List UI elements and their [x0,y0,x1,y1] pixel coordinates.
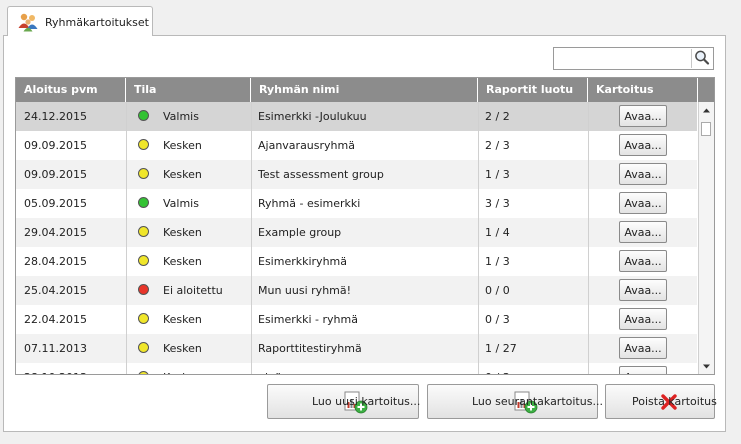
scroll-down-icon[interactable] [699,360,714,373]
table-row[interactable]: 05.09.2015 Valmis Ryhmä - esimerkki 3 / … [16,189,697,218]
assessment-table: Aloitus pvm Tila Ryhmän nimi Raportit lu… [15,77,715,375]
col-header-status[interactable]: Tila [126,78,251,102]
row-group-name: Ryhmä - esimerkki [258,197,361,210]
followup-assessment-label: Luo seurantakartoitus... [472,395,603,408]
row-group-name: pipä [258,363,282,374]
row-date: 28.04.2015 [24,255,87,268]
open-assessment-button[interactable]: Avaa... [619,105,667,127]
row-status: Valmis [163,197,199,210]
col-header-reports[interactable]: Raportit luotu [478,78,588,102]
row-reports: 1 / 3 [485,168,510,181]
row-group-name: Esimerkkiryhmä [258,255,347,268]
status-indicator-icon [138,110,149,121]
row-reports: 0 / 3 [485,313,510,326]
row-date: 24.12.2015 [24,110,87,123]
scrollbar-thumb[interactable] [701,122,711,136]
open-assessment-button[interactable]: Avaa... [619,308,667,330]
row-group-name: Esimerkki - ryhmä [258,313,358,326]
open-assessment-button[interactable]: Avaa... [619,337,667,359]
group-people-icon [17,12,39,32]
row-reports: 3 / 3 [485,197,510,210]
vertical-scrollbar[interactable] [698,102,714,374]
row-status: Ei aloitettu [163,284,223,297]
open-assessment-button[interactable]: Avaa... [619,250,667,272]
table-row[interactable]: 09.09.2015 Kesken Test assessment group … [16,160,697,189]
row-date: 22.04.2015 [24,313,87,326]
open-assessment-button[interactable]: Avaa... [619,134,667,156]
scroll-up-icon[interactable] [699,104,714,117]
table-row[interactable]: 29.04.2015 Kesken Example group 1 / 4 Av… [16,218,697,247]
row-status: Kesken [163,139,202,152]
tab-ryhmakartoitukset[interactable]: Ryhmäkartoitukset [7,6,153,36]
row-reports: 1 / 27 [485,342,517,355]
status-indicator-icon [138,226,149,237]
row-reports: 0 / 3 [485,363,510,374]
row-date: 05.09.2015 [24,197,87,210]
row-reports: 1 / 4 [485,226,510,239]
new-assessment-button[interactable]: Luo uusi kartoitus... [267,384,421,419]
row-status: Kesken [163,363,202,374]
row-group-name: Raporttitestiryhmä [258,342,362,355]
row-status: Kesken [163,168,202,181]
col-header-group-name[interactable]: Ryhmän nimi [251,78,478,102]
status-indicator-icon [138,255,149,266]
table-row[interactable]: 22.04.2015 Kesken Esimerkki - ryhmä 0 / … [16,305,697,334]
open-assessment-button[interactable]: Avaa... [619,163,667,185]
row-date: 28.10.2013 [24,363,87,374]
status-indicator-icon [138,168,149,179]
row-date: 07.11.2013 [24,342,87,355]
status-indicator-icon [138,371,149,374]
magnifier-icon[interactable] [691,49,712,68]
col-header-assessment[interactable]: Kartoitus [588,78,698,102]
status-indicator-icon [138,139,149,150]
status-indicator-icon [138,284,149,295]
search-input[interactable] [556,50,686,67]
row-status: Kesken [163,255,202,268]
table-row[interactable]: 25.04.2015 Ei aloitettu Mun uusi ryhmä! … [16,276,697,305]
table-row[interactable]: 09.09.2015 Kesken Ajanvarausryhmä 2 / 3 … [16,131,697,160]
column-divider [478,102,479,374]
row-status: Valmis [163,110,199,123]
table-row[interactable]: 28.10.2013 Kesken pipä 0 / 3 Avaa... [16,363,697,374]
col-header-start-date[interactable]: Aloitus pvm [16,78,126,102]
delete-assessment-label: Poista kartoitus [632,395,717,408]
row-group-name: Ajanvarausryhmä [258,139,355,152]
tab-label: Ryhmäkartoitukset [45,16,149,29]
status-indicator-icon [138,197,149,208]
table-row[interactable]: 28.04.2015 Kesken Esimerkkiryhmä 1 / 3 A… [16,247,697,276]
row-group-name: Example group [258,226,342,239]
row-status: Kesken [163,342,202,355]
row-reports: 2 / 3 [485,139,510,152]
row-date: 29.04.2015 [24,226,87,239]
column-divider [251,102,252,374]
row-reports: 0 / 0 [485,284,510,297]
row-status: Kesken [163,226,202,239]
table-header: Aloitus pvm Tila Ryhmän nimi Raportit lu… [16,78,714,102]
row-group-name: Test assessment group [258,168,384,181]
row-status: Kesken [163,313,202,326]
status-indicator-icon [138,342,149,353]
row-date: 09.09.2015 [24,139,87,152]
row-reports: 1 / 3 [485,255,510,268]
new-assessment-label: Luo uusi kartoitus... [312,395,421,408]
open-assessment-button[interactable]: Avaa... [619,192,667,214]
open-assessment-button[interactable]: Avaa... [619,221,667,243]
column-divider [588,102,589,374]
search-box [553,47,714,70]
table-row[interactable]: 24.12.2015 Valmis Esimerkki -Joulukuu 2 … [16,102,697,131]
column-divider [126,102,127,374]
delete-assessment-button[interactable]: Poista kartoitus [605,384,717,419]
row-date: 09.09.2015 [24,168,87,181]
followup-assessment-button[interactable]: Luo seurantakartoitus... [427,384,603,419]
row-date: 25.04.2015 [24,284,87,297]
row-group-name: Mun uusi ryhmä! [258,284,352,297]
open-assessment-button[interactable]: Avaa... [619,366,667,374]
row-group-name: Esimerkki -Joulukuu [258,110,367,123]
table-row[interactable]: 07.11.2013 Kesken Raporttitestiryhmä 1 /… [16,334,697,363]
col-header-filler [698,78,714,102]
status-indicator-icon [138,313,149,324]
row-reports: 2 / 2 [485,110,510,123]
open-assessment-button[interactable]: Avaa... [619,279,667,301]
